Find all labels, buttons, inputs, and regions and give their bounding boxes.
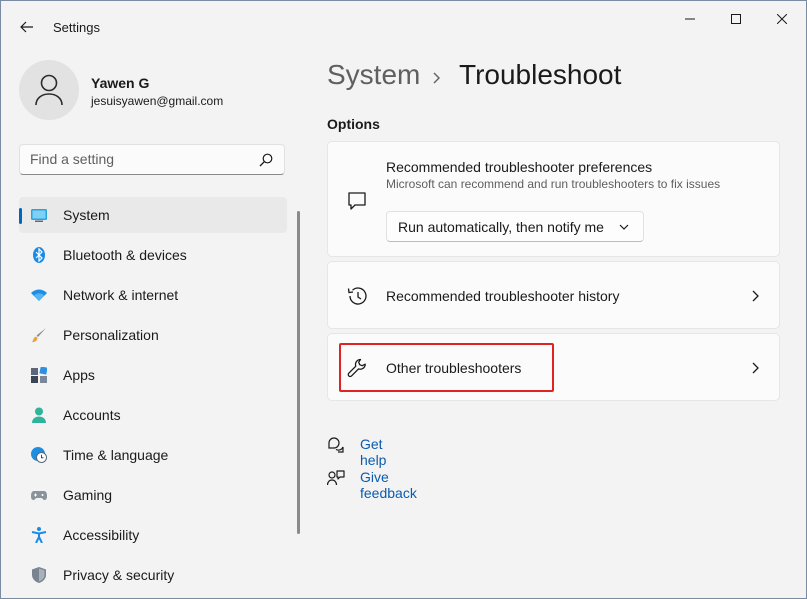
options-heading: Options	[327, 116, 380, 132]
sidebar-item-label: System	[63, 207, 110, 223]
chevron-right-icon	[752, 362, 759, 374]
monitor-icon	[31, 209, 47, 222]
breadcrumb-parent[interactable]: System	[327, 59, 420, 91]
minimize-button[interactable]	[667, 7, 713, 31]
sidebar-item-system[interactable]: System	[19, 197, 287, 233]
person-icon	[32, 407, 46, 423]
settings-window: Settings Yawen G jesuisyawen@gmail.com S…	[0, 0, 807, 599]
sidebar-item-privacy-security[interactable]: Privacy & security	[19, 557, 287, 593]
troubleshooter-preference-dropdown[interactable]: Run automatically, then notify me	[386, 211, 644, 242]
back-button[interactable]	[15, 15, 39, 39]
back-arrow-icon	[20, 21, 33, 33]
help-icon	[328, 437, 344, 453]
search-box[interactable]	[19, 144, 285, 175]
breadcrumb-chevron-icon	[433, 72, 440, 84]
maximize-button[interactable]	[713, 7, 759, 31]
sidebar-item-label: Time & language	[63, 447, 169, 463]
sidebar-item-label: Personalization	[63, 327, 159, 343]
sidebar-item-gaming[interactable]: Gaming	[19, 477, 287, 513]
card-title: Recommended troubleshooter preferences	[386, 159, 653, 175]
close-button[interactable]	[759, 7, 805, 31]
wrench-icon	[347, 358, 366, 378]
person-icon	[35, 74, 63, 106]
sidebar-item-label: Apps	[63, 367, 95, 383]
card-title: Recommended troubleshooter history	[386, 288, 620, 304]
sidebar-scrollbar[interactable]	[297, 211, 300, 534]
close-icon	[777, 14, 787, 24]
app-title: Settings	[53, 20, 100, 35]
card-title: Other troubleshooters	[386, 360, 522, 376]
title-bar: Settings	[1, 1, 806, 51]
sidebar-item-time-language[interactable]: Time & language	[19, 437, 287, 473]
search-input[interactable]	[30, 151, 250, 167]
sidebar-item-label: Bluetooth & devices	[63, 247, 187, 263]
other-troubleshooters-card[interactable]: Other troubleshooters	[327, 333, 780, 401]
sidebar-item-accounts[interactable]: Accounts	[19, 397, 287, 433]
bluetooth-icon	[33, 247, 45, 263]
minimize-icon	[685, 18, 695, 20]
apps-icon	[31, 367, 47, 383]
sidebar-item-label: Accessibility	[63, 527, 140, 543]
profile-email: jesuisyawen@gmail.com	[91, 94, 224, 108]
dropdown-value: Run automatically, then notify me	[398, 219, 604, 235]
search-icon[interactable]	[259, 153, 273, 167]
chat-bubble-icon	[348, 192, 366, 210]
sidebar-nav: System Bluetooth & devices Network & int…	[19, 197, 287, 597]
brush-icon	[32, 328, 46, 343]
wifi-icon	[31, 289, 47, 301]
avatar[interactable]	[19, 60, 79, 120]
sidebar-item-personalization[interactable]: Personalization	[19, 317, 287, 353]
chevron-right-icon	[752, 290, 759, 302]
sidebar-item-apps[interactable]: Apps	[19, 357, 287, 393]
shield-icon	[32, 567, 46, 583]
sidebar-item-accessibility[interactable]: Accessibility	[19, 517, 287, 553]
accessibility-icon	[31, 527, 47, 543]
profile-name: Yawen G	[91, 75, 150, 91]
sidebar-item-label: Network & internet	[63, 287, 179, 303]
troubleshooter-preferences-card: Recommended troubleshooter preferences M…	[327, 141, 780, 257]
sidebar-item-network[interactable]: Network & internet	[19, 277, 287, 313]
give-feedback-label[interactable]: Give feedback	[360, 469, 417, 501]
sidebar-item-bluetooth[interactable]: Bluetooth & devices	[19, 237, 287, 273]
page-title: Troubleshoot	[459, 59, 622, 90]
history-icon	[347, 287, 367, 305]
feedback-icon	[327, 470, 345, 486]
clock-globe-icon	[31, 447, 47, 463]
sidebar-item-label: Accounts	[63, 407, 121, 423]
chevron-down-icon	[619, 224, 629, 230]
gamepad-icon	[31, 491, 47, 500]
sidebar-item-label: Gaming	[63, 487, 113, 503]
maximize-icon	[731, 14, 741, 24]
troubleshooter-history-card[interactable]: Recommended troubleshooter history	[327, 261, 780, 329]
sidebar-item-label: Privacy & security	[63, 567, 175, 583]
get-help-label[interactable]: Get help	[360, 436, 386, 468]
card-subtitle: Microsoft can recommend and run troubles…	[386, 177, 721, 191]
